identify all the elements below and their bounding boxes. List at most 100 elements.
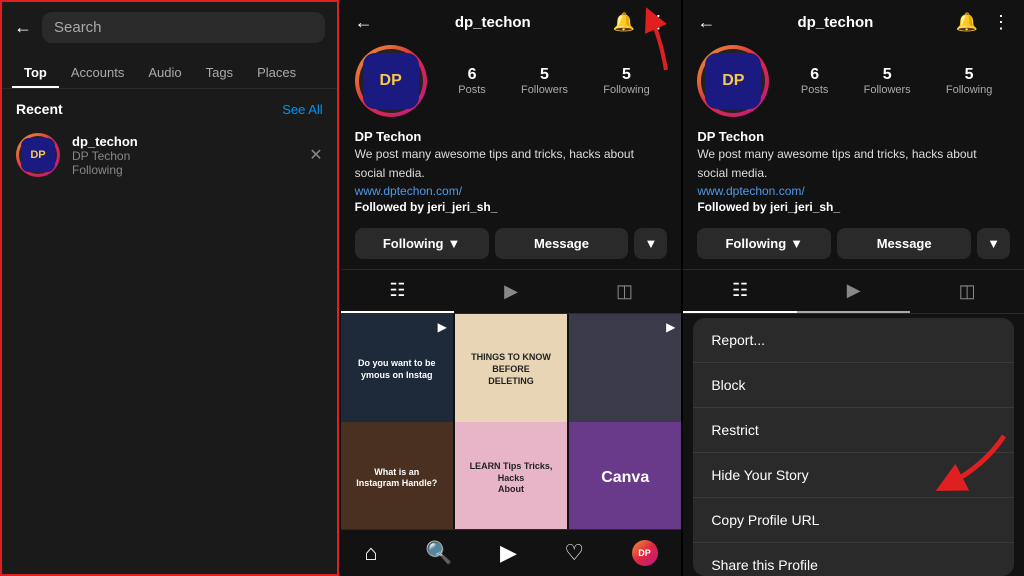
back-button[interactable]: ← (355, 12, 373, 33)
menu-following-button[interactable]: Following ▼ (697, 228, 831, 259)
grid-cell-4-text: What is anInstagram Handle? (341, 422, 453, 529)
menu-followers-count: 5 (883, 66, 892, 84)
menu-item-copy-url[interactable]: Copy Profile URL (693, 498, 1014, 543)
menu-tab-reels[interactable]: ▶ (797, 270, 911, 313)
more-options-icon-menu[interactable]: ⋮ (992, 12, 1010, 33)
profile-avatar[interactable]: DP (355, 45, 427, 117)
following-stat[interactable]: 5 Following (603, 66, 649, 96)
menu-bio-website[interactable]: www.dptechon.com/ (697, 184, 1010, 198)
heart-icon[interactable]: ♡ (564, 540, 584, 566)
menu-following-stat[interactable]: 5 Following (946, 66, 992, 96)
remove-result-button[interactable]: ✕ (309, 145, 322, 165)
menu-panel-username: dp_techon (798, 14, 874, 31)
posts-label: Posts (458, 84, 486, 96)
followed-by-text: Followed by (355, 200, 424, 214)
menu-tab-tagged[interactable]: ◫ (910, 270, 1024, 313)
search-icon[interactable]: 🔍 (425, 540, 452, 566)
following-label: Following (603, 84, 649, 96)
menu-tab-grid[interactable]: ☷ (683, 270, 797, 313)
menu-panel: ← dp_techon 🔔 ⋮ DP 6 Posts 5 Followers 5… (683, 0, 1024, 576)
menu-bio-text-line1: We post many awesome tips and tricks, ha… (697, 146, 1010, 163)
followed-by-user[interactable]: jeri_jeri_sh_ (427, 200, 497, 214)
menu-profile-bio: DP Techon We post many awesome tips and … (683, 127, 1024, 224)
menu-followers-stat[interactable]: 5 Followers (864, 66, 911, 96)
profile-username-title: dp_techon (455, 14, 531, 31)
tab-audio[interactable]: Audio (136, 57, 193, 88)
following-count: 5 (622, 66, 631, 84)
profile-avatar-inner: DP (359, 49, 423, 113)
back-button-menu[interactable]: ← (697, 12, 715, 33)
bio-followed-by: Followed by jeri_jeri_sh_ (355, 200, 668, 214)
tab-grid[interactable]: ☷ (341, 270, 455, 313)
grid-cell-5[interactable]: LEARN Tips Tricks, HacksAbout (455, 422, 567, 529)
grid-cell-2-text: THINGS TO KNOWBEFOREDELETING (455, 314, 567, 426)
menu-item-block[interactable]: Block (693, 363, 1014, 408)
menu-item-hide-story[interactable]: Hide Your Story (693, 453, 1014, 498)
menu-profile-actions: Following ▼ Message ▼ (683, 224, 1024, 269)
bio-text-line2: social media. (355, 165, 668, 182)
more-options-icon[interactable]: ⋮ (649, 12, 667, 33)
profile-actions: Following ▼ Message ▼ (341, 224, 682, 269)
bio-website[interactable]: www.dptechon.com/ (355, 184, 668, 198)
grid-cell-1[interactable]: Do you want to beymous on Instag ▶ (341, 314, 453, 426)
play-icon-1: ▶ (438, 320, 447, 334)
menu-following-count: 5 (965, 66, 974, 84)
tab-reels[interactable]: ▶ (454, 270, 568, 313)
notifications-icon[interactable]: 🔔 (613, 12, 635, 33)
menu-profile-tabs: ☷ ▶ ◫ (683, 269, 1024, 314)
profile-bio: DP Techon We post many awesome tips and … (341, 127, 682, 224)
bio-name: DP Techon (355, 129, 668, 144)
menu-stats-container: 6 Posts 5 Followers 5 Following (783, 66, 1010, 96)
menu-posts-stat: 6 Posts (801, 66, 829, 96)
recent-section-header: Recent See All (2, 89, 337, 125)
grid-cell-6[interactable]: Canva (569, 422, 681, 529)
tab-top[interactable]: Top (12, 57, 59, 88)
context-menu: Report... Block Restrict Hide Your Story… (693, 318, 1014, 576)
menu-header-icons: 🔔 ⋮ (956, 12, 1010, 33)
grid-cell-3[interactable]: ▶ (569, 314, 681, 426)
menu-posts-count: 6 (810, 66, 819, 84)
followers-count: 5 (540, 66, 549, 84)
posts-stat: 6 Posts (458, 66, 486, 96)
result-display-name: DP Techon (72, 149, 297, 163)
menu-more-actions-button[interactable]: ▼ (977, 228, 1010, 259)
followers-label: Followers (521, 84, 568, 96)
following-button[interactable]: Following ▼ (355, 228, 489, 259)
tab-tagged[interactable]: ◫ (568, 270, 682, 313)
tab-places[interactable]: Places (245, 57, 308, 88)
bottom-nav-panel2: ⌂ 🔍 ▶ ♡ DP (341, 529, 682, 576)
menu-item-restrict[interactable]: Restrict (693, 408, 1014, 453)
profile-avatar-nav[interactable]: DP (632, 540, 658, 566)
avatar: DP (16, 133, 60, 177)
grid-cell-1-text: Do you want to beymous on Instag (341, 314, 453, 426)
search-tabs: Top Accounts Audio Tags Places (2, 53, 337, 89)
see-all-button[interactable]: See All (282, 102, 322, 117)
grid-cell-4[interactable]: What is anInstagram Handle? (341, 422, 453, 529)
more-actions-button[interactable]: ▼ (634, 228, 667, 259)
search-result-item[interactable]: DP dp_techon DP Techon Following ✕ (2, 125, 337, 185)
menu-followers-label: Followers (864, 84, 911, 96)
back-button[interactable]: ← (14, 17, 32, 38)
play-icon-3: ▶ (666, 320, 675, 334)
tab-accounts[interactable]: Accounts (59, 57, 136, 88)
avatar-inner: DP (19, 136, 57, 174)
grid-cell-6-text: Canva (569, 422, 681, 529)
search-input[interactable]: Search (42, 12, 325, 43)
posts-count: 6 (468, 66, 477, 84)
home-icon[interactable]: ⌂ (364, 540, 377, 566)
menu-item-report[interactable]: Report... (693, 318, 1014, 363)
profile-logo: DP (363, 53, 419, 109)
message-button[interactable]: Message (495, 228, 629, 259)
followers-stat[interactable]: 5 Followers (521, 66, 568, 96)
grid-cell-2[interactable]: THINGS TO KNOWBEFOREDELETING (455, 314, 567, 426)
menu-profile-avatar[interactable]: DP (697, 45, 769, 117)
menu-followed-by-user[interactable]: jeri_jeri_sh_ (770, 200, 840, 214)
profile-stats-row: DP 6 Posts 5 Followers 5 Following (341, 45, 682, 127)
menu-item-share-profile[interactable]: Share this Profile (693, 543, 1014, 576)
reels-icon[interactable]: ▶ (500, 540, 517, 566)
menu-message-button[interactable]: Message (837, 228, 971, 259)
menu-followed-by-text: Followed by (697, 200, 766, 214)
stats-container: 6 Posts 5 Followers 5 Following (441, 66, 668, 96)
tab-tags[interactable]: Tags (194, 57, 245, 88)
notifications-icon-menu[interactable]: 🔔 (956, 12, 978, 33)
